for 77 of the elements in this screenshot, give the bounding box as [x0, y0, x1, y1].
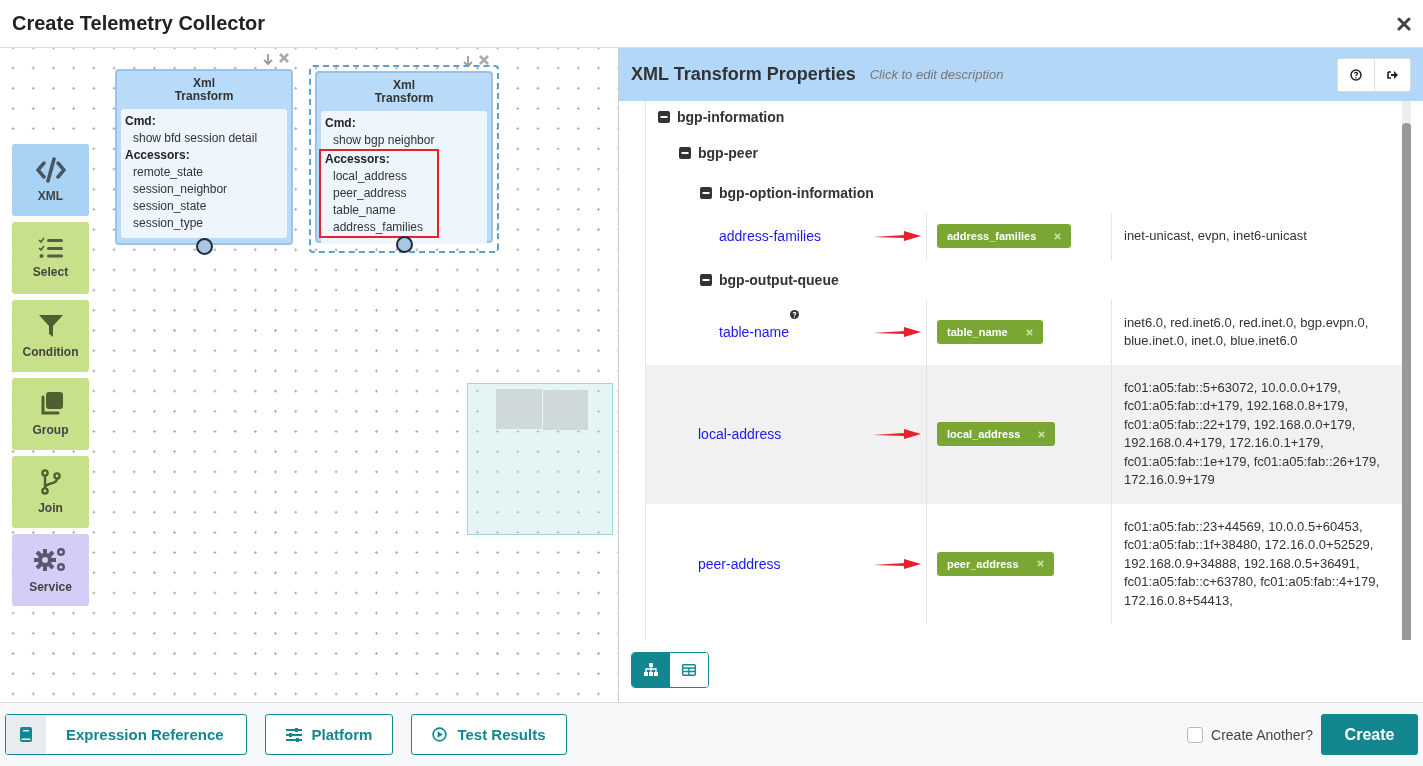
- field-value: fc01:a05:fab::5+63072, 10.0.0.0+179, fc01:a05:fab::d+179, 192.168.0.8+179, fc01:a05:fab::22+179, 192.168.0.0+179, 192.168.0.4+179, 172.16.0.1+179, fc01:a05:fab::1e+179, fc01:a05:fab::26+179, 172.16.0.9+179: [1123, 378, 1381, 489]
- exit-button[interactable]: [1374, 58, 1410, 91]
- command-text: show bfd session detail: [132, 130, 259, 147]
- close-icon: [279, 53, 289, 63]
- minus-square-icon: [679, 147, 691, 159]
- node-label: bgp-information: [677, 109, 785, 125]
- code-icon: [35, 157, 66, 183]
- play-icon: [432, 727, 448, 742]
- output-port[interactable]: [196, 238, 213, 255]
- field-value: inet-unicast, evpn, inet6-unicast: [1123, 227, 1308, 245]
- field-value: inet6.0, red.inet6.0, red.inet.0, bgp.evpn.0, blue.inet.0, inet.0, blue.inet6.0: [1123, 313, 1370, 350]
- collapse-toggle[interactable]: [700, 273, 712, 286]
- palette-button[interactable]: XML: [12, 144, 89, 216]
- help-icon: [1350, 68, 1362, 81]
- remove-icon: [1054, 232, 1062, 240]
- palette-button[interactable]: Service: [12, 534, 89, 606]
- accessor-text: address_families: [332, 219, 425, 236]
- accessors-label: Accessors:: [125, 147, 191, 164]
- node-title: Xml Transform: [173, 75, 235, 105]
- close-icon: [479, 55, 489, 65]
- remove-icon: [1038, 430, 1046, 438]
- window-title: Create Telemetry Collector: [12, 12, 266, 35]
- checkbox[interactable]: [1187, 726, 1204, 743]
- view-toggle-button[interactable]: [632, 653, 670, 687]
- sliders-icon: [285, 727, 302, 742]
- minus-square-icon: [700, 273, 712, 286]
- funnel-icon: [37, 313, 64, 339]
- collapse-toggle[interactable]: [700, 187, 712, 199]
- accessor-text: session_state: [132, 198, 208, 215]
- accessor-text: remote_state: [132, 164, 205, 181]
- branch-icon: [40, 469, 61, 495]
- field-name-link[interactable]: peer-address: [698, 555, 781, 572]
- gears-icon: [33, 546, 68, 574]
- accessor-text: peer_address: [332, 185, 408, 202]
- accessor-text: session_type: [132, 215, 205, 232]
- footer-button[interactable]: Platform: [264, 714, 394, 755]
- transform-node[interactable]: Xml Transform Cmd: show bgp neighbor Accessors: local_address peer_address table_name address_families: [315, 71, 493, 243]
- accessor-text: session_neighbor: [132, 181, 229, 198]
- footer-button[interactable]: Test Results: [411, 714, 567, 755]
- close-icon: [1397, 16, 1411, 31]
- panel-title: XML Transform Properties: [631, 64, 856, 85]
- palette-button[interactable]: Group: [12, 378, 89, 450]
- remove-icon: [1025, 328, 1033, 336]
- transform-node[interactable]: Xml Transform Cmd: show bfd session detail Accessors: remote_state session_neighbor session_state session_type: [115, 69, 293, 245]
- collapse-toggle[interactable]: [658, 111, 670, 123]
- field-name-link[interactable]: local-address: [698, 426, 782, 442]
- accessor-text: local_address: [332, 168, 409, 185]
- create-button[interactable]: Create: [1321, 714, 1418, 755]
- table-icon: [682, 663, 696, 677]
- checkbox-label: Create Another?: [1211, 726, 1313, 743]
- command-text: show bgp neighbor: [332, 132, 436, 149]
- palette-button[interactable]: Condition: [12, 300, 89, 372]
- field-name-link[interactable]: table-name: [719, 324, 790, 340]
- checklist-icon: [37, 237, 64, 259]
- scrollbar[interactable]: [1402, 101, 1411, 640]
- exit-icon: [1386, 68, 1399, 81]
- down-arrow-icon: [263, 53, 273, 65]
- field-value: fc01:a05:fab::23+44569, 10.0.0.5+60453, fc01:a05:fab::1f+38480, 172.16.0.0+52529, 192.168.0.9+34888, 192.168.0.5+36491, fc01:a05:fab::c+63780, fc01:a05:fab::4+179, 172.16.0.8+54413,: [1123, 517, 1381, 610]
- collapse-toggle[interactable]: [679, 147, 691, 159]
- node-label: bgp-option-information: [719, 185, 874, 201]
- cmd-label: Cmd:: [325, 115, 357, 132]
- node-title: Xml Transform: [373, 77, 435, 107]
- field-name-link[interactable]: address-families: [719, 228, 821, 245]
- remove-icon: [1036, 560, 1044, 568]
- cmd-label: Cmd:: [125, 113, 157, 130]
- book-icon: [20, 727, 32, 742]
- minus-square-icon: [658, 111, 670, 123]
- palette-button[interactable]: Join: [12, 456, 89, 528]
- node-label: bgp-output-queue: [719, 271, 839, 288]
- minus-square-icon: [700, 187, 712, 199]
- footer-button[interactable]: Expression Reference: [5, 714, 247, 755]
- palette-button[interactable]: Select: [12, 222, 89, 294]
- down-arrow-icon: [463, 55, 473, 67]
- node-label: bgp-peer: [698, 145, 758, 161]
- accessor-text: table_name: [332, 202, 397, 219]
- accessors-label: Accessors:: [325, 151, 391, 168]
- hierarchy-icon: [644, 663, 658, 677]
